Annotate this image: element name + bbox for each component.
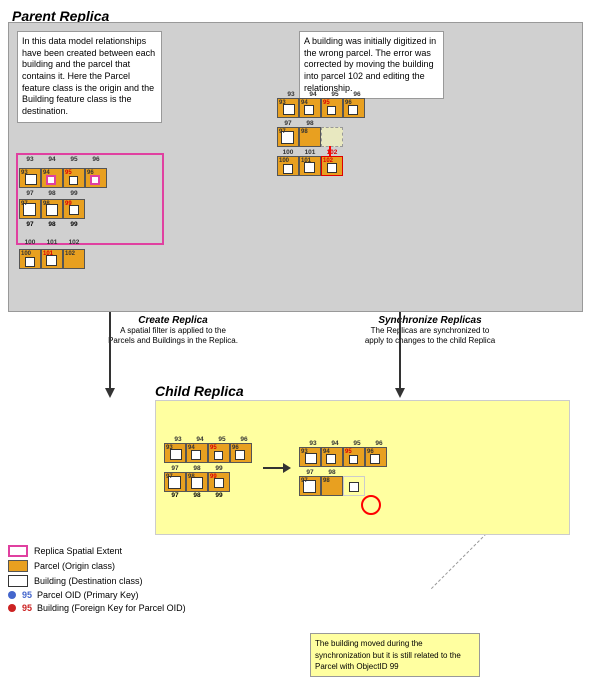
legend-parcel-oid-label: 95 Parcel OID (Primary Key) — [22, 590, 139, 600]
legend-parcel-label: Parcel (Origin class) — [34, 561, 115, 571]
child-grid-right: 93 94 95 96 93 94 95 96 97 98 -- 97 98 — [299, 440, 390, 496]
main-container: Parent Replica In this data model relati… — [0, 0, 593, 697]
legend-spatial-extent-label: Replica Spatial Extent — [34, 546, 122, 556]
red-circle-99 — [361, 495, 381, 515]
r-parcel-95: 95 — [321, 98, 343, 118]
parcel-num-100: 100 — [19, 239, 41, 246]
parcel-100: 100 — [19, 249, 41, 269]
create-replica-text: A spatial filter is applied to the Parce… — [108, 326, 238, 347]
legend-parcel-oid: 95 Parcel OID (Primary Key) — [8, 590, 188, 600]
parcel-num-96: 96 — [85, 156, 107, 163]
r-parcel-97: 97 — [277, 127, 299, 147]
r-parcel-102: 102 — [321, 156, 343, 176]
r-parcel-98: 98 — [299, 127, 321, 147]
label-99: 99 — [63, 221, 85, 228]
info-box-right: A building was initially digitized in th… — [299, 31, 444, 99]
legend-spatial-extent: Replica Spatial Extent — [8, 545, 188, 557]
info-box-left: In this data model relationships have be… — [17, 31, 162, 123]
parcel-num-99: 99 — [63, 190, 85, 197]
parcel-num-98: 98 — [41, 190, 63, 197]
parcel-num-95: 95 — [63, 156, 85, 163]
r-parcel-96: 96 — [343, 98, 365, 118]
sync-replicas-title: Synchronize Replicas — [378, 315, 481, 326]
child-grid-left: 93 94 95 96 93 94 95 96 97 98 99 97 98 9… — [164, 436, 255, 499]
parcel-num-102: 102 — [63, 239, 85, 246]
create-replica-title: Create Replica — [138, 315, 207, 326]
parcel-99: 99 — [63, 199, 85, 219]
child-replica-label: Child Replica — [155, 383, 244, 399]
legend-building-label: Building (Destination class) — [34, 576, 143, 586]
child-replica-area: 93 94 95 96 93 94 95 96 97 98 99 97 98 9… — [155, 400, 570, 535]
label-97: 97 — [19, 221, 41, 228]
legend-parcel: Parcel (Origin class) — [8, 560, 188, 572]
r-parcel-100: 100 — [277, 156, 299, 176]
parent-replica-box: In this data model relationships have be… — [8, 22, 583, 312]
sync-replicas-text: The Replicas are synchronized to apply t… — [360, 326, 500, 347]
arrows-section: Create Replica A spatial filter is appli… — [0, 315, 593, 385]
legend: Replica Spatial Extent Parcel (Origin cl… — [8, 545, 188, 616]
parcel-num-94: 94 — [41, 156, 63, 163]
legend-building-fk: 95 Building (Foreign Key for Parcel OID) — [8, 603, 188, 613]
parcel-98: 98 — [41, 199, 63, 219]
r-parcel-99-dashed — [321, 127, 343, 147]
parcel-93: 93 — [19, 168, 41, 188]
label-98: 98 — [41, 221, 63, 228]
parcel-num-97: 97 — [19, 190, 41, 197]
r-parcel-94: 94 — [299, 98, 321, 118]
parcel-94: 94 — [41, 168, 63, 188]
bottom-info-box: The building moved during the synchroniz… — [310, 633, 480, 677]
parcel-97: 97 — [19, 199, 41, 219]
parcel-95: 95 — [63, 168, 85, 188]
r-parcel-93: 93 — [277, 98, 299, 118]
parcel-num-101: 101 — [41, 239, 63, 246]
parcel-96: 96 — [85, 168, 107, 188]
legend-building-fk-label: 95 Building (Foreign Key for Parcel OID) — [22, 603, 186, 613]
r-parcel-101: 101 — [299, 156, 321, 176]
parcel-102: 102 — [63, 249, 85, 269]
parcel-num-93: 93 — [19, 156, 41, 163]
right-arrow-child — [263, 463, 291, 473]
legend-building: Building (Destination class) — [8, 575, 188, 587]
parcel-101: 101 — [41, 249, 63, 269]
